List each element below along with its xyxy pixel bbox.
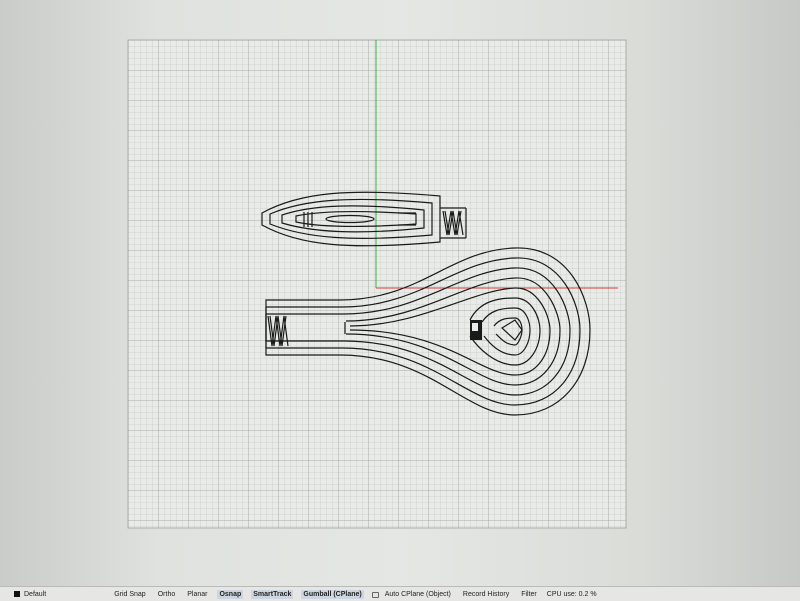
viewport-canvas[interactable]	[0, 0, 800, 586]
lock-icon[interactable]	[371, 592, 379, 598]
osnap-toggle[interactable]: Osnap	[217, 589, 244, 599]
record-history-toggle[interactable]: Record History	[461, 590, 511, 599]
grid-snap-toggle[interactable]: Grid Snap	[112, 590, 148, 599]
perspective-viewport[interactable]	[0, 0, 800, 586]
filter-button[interactable]: Filter	[519, 590, 539, 599]
smarttrack-toggle[interactable]: SmartTrack	[251, 589, 294, 599]
status-bar: Default Grid Snap Ortho Planar Osnap Sma…	[0, 586, 800, 601]
ortho-toggle[interactable]: Ortho	[156, 590, 178, 599]
cpu-usage-readout: CPU use: 0.2 %	[546, 590, 597, 598]
gumball-toggle[interactable]: Gumball (CPlane)	[301, 589, 364, 599]
current-layer-name[interactable]: Default	[24, 591, 46, 598]
layer-color-swatch[interactable]	[14, 591, 20, 597]
planar-toggle[interactable]: Planar	[185, 590, 209, 599]
auto-cplane-toggle[interactable]: Auto CPlane (Object)	[383, 590, 453, 599]
